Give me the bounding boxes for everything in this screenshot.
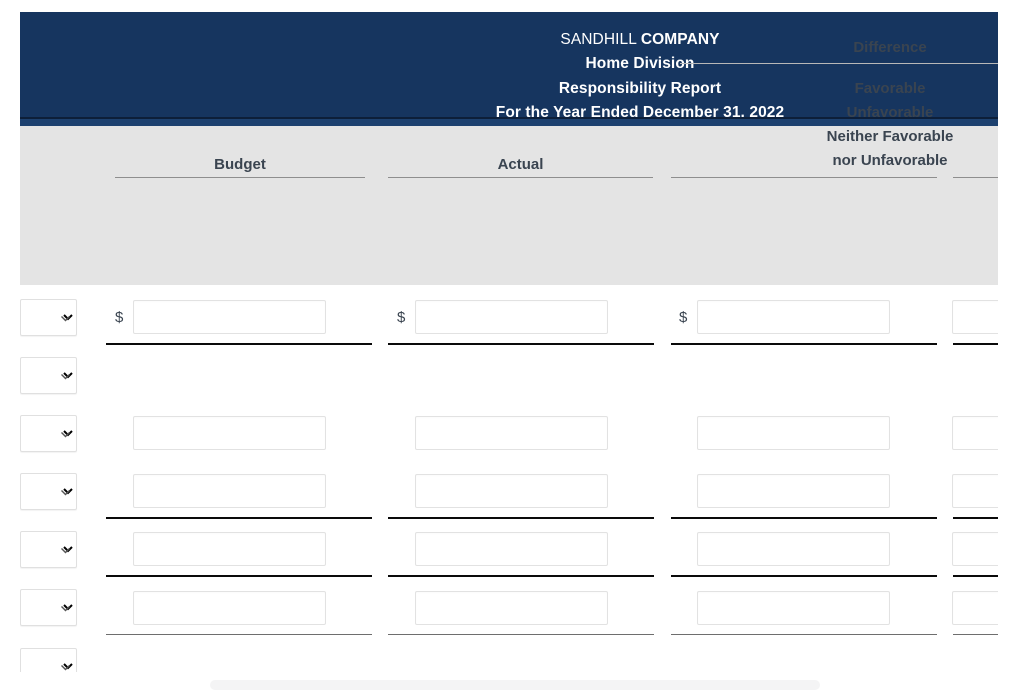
- report-scroll-pane[interactable]: SANDHILL COMPANY Home Division Responsib…: [20, 12, 998, 672]
- row-1-difference-underline: [671, 343, 937, 345]
- favorable-column-rule: [953, 177, 998, 178]
- row-1-budget-input[interactable]: [133, 300, 326, 334]
- chevron-down-icon: [60, 485, 71, 503]
- row-5-difference-input[interactable]: [697, 532, 890, 566]
- row-4-budget-underline: [106, 517, 372, 519]
- difference-column-rule: [671, 177, 937, 178]
- difference-note-favorable: Favorable: [854, 80, 926, 97]
- row-4-actual-input[interactable]: [415, 474, 608, 508]
- row-6-actual-underline: [388, 634, 654, 635]
- horizontal-scrollbar-thumb[interactable]: [210, 680, 820, 690]
- row-4-budget-input[interactable]: [133, 474, 326, 508]
- row-3-difference-input[interactable]: [697, 416, 890, 450]
- row-6-budget-underline: [106, 634, 372, 635]
- row-5-budget-input[interactable]: [133, 532, 326, 566]
- row-4-favorable-input[interactable]: [952, 474, 998, 508]
- row-1-difference-currency-symbol: $: [679, 309, 688, 326]
- row-5-actual-input[interactable]: [415, 532, 608, 566]
- report-content: SANDHILL COMPANY Home Division Responsib…: [20, 12, 998, 672]
- row-5-favorable-input[interactable]: [952, 532, 998, 566]
- company-name-prefix: SANDHILL: [560, 31, 641, 48]
- row-1-actual-underline: [388, 343, 654, 345]
- chevron-down-icon: [60, 660, 71, 672]
- row-4-difference-input[interactable]: [697, 474, 890, 508]
- row-3-budget-input[interactable]: [133, 416, 326, 450]
- row-6-favorable-underline: [953, 634, 998, 635]
- chevron-down-icon: [60, 311, 71, 329]
- row-3-actual-input[interactable]: [415, 416, 608, 450]
- row-6-actual-input[interactable]: [415, 591, 608, 625]
- row-5-actual-underline: [388, 575, 654, 577]
- row-6-difference-underline: [671, 634, 937, 635]
- row-6-budget-input[interactable]: [133, 591, 326, 625]
- row-6-favorable-input[interactable]: [952, 591, 998, 625]
- chevron-down-icon: [60, 601, 71, 619]
- row-4-actual-underline: [388, 517, 654, 519]
- budget-column-rule: [115, 177, 365, 178]
- page-viewport: SANDHILL COMPANY Home Division Responsib…: [0, 0, 1024, 698]
- difference-note-nor-unfavorable: nor Unfavorable: [832, 152, 948, 169]
- row-6-difference-input[interactable]: [697, 591, 890, 625]
- row-4-favorable-underline: [953, 517, 998, 519]
- column-header-budget: Budget: [214, 156, 266, 173]
- row-1-actual-currency-symbol: $: [397, 309, 406, 326]
- row-5-favorable-underline: [953, 575, 998, 577]
- actual-column-rule: [388, 177, 653, 178]
- horizontal-scrollbar[interactable]: [20, 678, 998, 692]
- chevron-down-icon: [60, 427, 71, 445]
- row-5-difference-underline: [671, 575, 937, 577]
- row-1-budget-currency-symbol: $: [115, 309, 124, 326]
- column-header-difference: Difference: [853, 39, 927, 56]
- column-header-actual: Actual: [497, 156, 544, 173]
- row-3-favorable-input[interactable]: [952, 416, 998, 450]
- difference-note-unfavorable: Unfavorable: [846, 104, 934, 121]
- row-5-budget-underline: [106, 575, 372, 577]
- row-1-favorable-input[interactable]: [952, 300, 998, 334]
- row-4-difference-underline: [671, 517, 937, 519]
- difference-note-neither-favorable: Neither Favorable: [826, 128, 954, 145]
- row-1-actual-input[interactable]: [415, 300, 608, 334]
- row-1-difference-input[interactable]: [697, 300, 890, 334]
- chevron-down-icon: [60, 543, 71, 561]
- difference-group-rule: [680, 63, 998, 64]
- row-1-budget-underline: [106, 343, 372, 345]
- row-1-favorable-underline: [953, 343, 998, 345]
- chevron-down-icon: [60, 369, 71, 387]
